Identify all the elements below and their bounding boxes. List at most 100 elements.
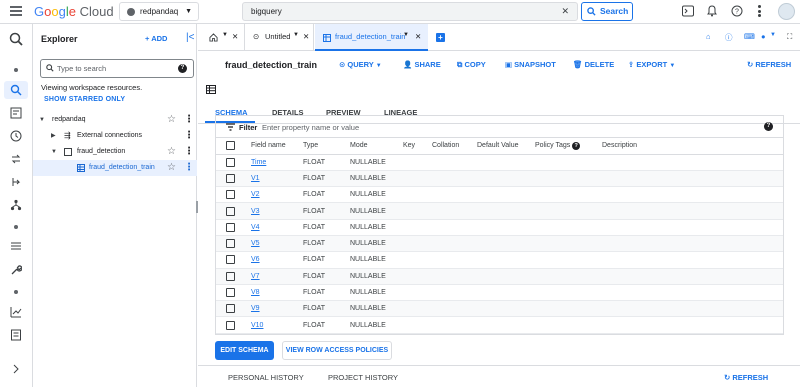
table-row[interactable]: V5 FLOAT NULLABLE [216,235,783,253]
collapse-explorer-icon[interactable]: |< [186,32,194,43]
tab-fraud-detection-train[interactable]: fraud_detection_train ▼ ✕ [315,24,428,51]
row-checkbox[interactable] [226,255,235,265]
star-icon[interactable]: ☆ [167,160,176,176]
column-header[interactable]: Key [403,138,432,155]
filter-bar[interactable]: Filter Enter property name or value ? [216,116,783,138]
field-name-link[interactable]: V6 [251,256,260,263]
table-row[interactable]: Time FLOAT NULLABLE [216,154,783,171]
tips-icon[interactable]: ● [761,32,766,41]
chevron-down-icon[interactable]: ▼ [403,32,409,38]
view-row-access-policies-button[interactable]: VIEW ROW ACCESS POLICIES [282,341,392,360]
close-icon[interactable]: ✕ [303,32,309,41]
help-icon[interactable]: ? [731,5,743,17]
column-header[interactable]: Collation [432,138,477,155]
tree-item-external-connections[interactable]: ▶ ⇶ External connections ⋮ [33,128,197,144]
refresh-button[interactable]: ↻ REFRESH [747,60,791,69]
field-name-link[interactable]: V7 [251,273,260,280]
chevron-down-icon[interactable]: ▼ [770,32,776,38]
tree-item-project[interactable]: ▼ redpandaq ☆ ⋮ [33,112,197,128]
more-options-icon[interactable] [758,5,761,17]
more-options-icon[interactable]: ⋮ [184,112,194,128]
notifications-icon[interactable] [706,5,718,17]
row-checkbox[interactable] [226,320,235,330]
edit-schema-button[interactable]: EDIT SCHEMA [215,341,274,360]
chevron-down-icon[interactable]: ▼ [51,144,57,160]
star-icon[interactable]: ☆ [167,144,176,160]
field-name-link[interactable]: V5 [251,240,260,247]
snapshot-button[interactable]: ▣ SNAPSHOT [505,60,556,69]
field-name-link[interactable]: V9 [251,305,260,312]
tab-personal-history[interactable]: PERSONAL HISTORY [228,373,304,382]
table-row[interactable]: V3 FLOAT NULLABLE [216,202,783,220]
field-name-link[interactable]: V1 [251,175,260,182]
table-row[interactable]: V2 FLOAT NULLABLE [216,186,783,204]
search-input[interactable]: bigquery ✕ [242,2,578,21]
field-name-link[interactable]: V10 [251,322,263,329]
field-name-link[interactable]: V8 [251,289,260,296]
tab-untitled[interactable]: ⊙ Untitled ▼ ✕ [244,24,314,51]
tree-item-dataset[interactable]: ▼ fraud_detection ☆ ⋮ [33,144,197,160]
new-tab-icon[interactable]: + [436,33,445,42]
column-header[interactable]: Description [602,138,783,155]
chevron-down-icon[interactable]: ▼ [293,32,299,38]
home-icon[interactable] [209,33,218,42]
sql-workspace-icon[interactable] [10,107,22,119]
collapse-rail-icon[interactable] [10,363,22,375]
query-button[interactable]: ⊙ QUERY ▼ [339,60,382,69]
close-icon[interactable]: ✕ [232,32,238,41]
column-header[interactable]: Default Value [477,138,535,155]
bigquery-icon[interactable] [9,32,23,46]
field-name-link[interactable]: V2 [251,191,260,198]
history-icon[interactable] [10,130,22,142]
row-checkbox[interactable] [226,222,235,232]
google-cloud-logo[interactable]: Google Cloud [34,4,114,19]
row-checkbox[interactable] [226,173,235,183]
row-checkbox[interactable] [226,190,235,200]
help-icon[interactable]: ? [764,122,773,131]
show-starred-link[interactable]: SHOW STARRED ONLY [44,96,125,103]
menu-icon[interactable] [10,6,22,16]
table-row[interactable]: V8 FLOAT NULLABLE [216,284,783,302]
table-row[interactable]: V10 FLOAT NULLABLE [216,316,783,334]
export-button[interactable]: ⇪ EXPORT ▼ [628,60,675,69]
column-header[interactable]: Type [303,138,350,155]
home-icon[interactable]: ⌂ [706,32,711,41]
select-all-checkbox[interactable] [226,141,235,151]
share-button[interactable]: 👤 SHARE [403,60,441,69]
fullscreen-icon[interactable]: ⛶ [787,32,792,42]
column-header[interactable]: Mode [350,138,403,155]
column-header[interactable]: Field name [251,138,303,155]
info-icon[interactable]: ⓘ [725,32,733,43]
field-name-link[interactable]: V3 [251,208,260,215]
row-checkbox[interactable] [226,271,235,281]
help-icon[interactable]: ? [572,141,581,150]
row-checkbox[interactable] [226,206,235,216]
table-row[interactable]: V4 FLOAT NULLABLE [216,219,783,236]
wrench-icon[interactable] [10,264,22,276]
workflow-icon[interactable] [10,199,22,211]
row-checkbox[interactable] [226,304,235,314]
search-button[interactable]: Search [581,2,633,21]
table-row[interactable]: V9 FLOAT NULLABLE [216,300,783,318]
more-options-icon[interactable]: ⋮ [184,144,194,160]
keyboard-icon[interactable]: ⌨ [744,32,755,41]
scheduled-queries-icon[interactable] [10,176,22,188]
row-checkbox[interactable] [226,239,235,249]
explorer-search-input[interactable]: Type to search ? [40,59,194,78]
field-name-link[interactable]: Time [251,159,266,166]
delete-button[interactable]: 🗑 DELETE [573,60,614,69]
close-icon[interactable]: ✕ [415,32,421,41]
help-icon[interactable]: ? [178,64,187,73]
transfers-icon[interactable] [10,153,22,165]
avatar[interactable] [778,3,795,20]
row-checkbox[interactable] [226,157,235,167]
chevron-down-icon[interactable]: ▼ [39,112,45,128]
list-icon[interactable] [10,240,22,252]
project-selector[interactable]: redpandaq ▼ [119,2,199,21]
chevron-down-icon[interactable]: ▼ [222,32,228,38]
table-row[interactable]: V1 FLOAT NULLABLE [216,170,783,188]
cloud-shell-icon[interactable] [682,5,694,17]
tab-project-history[interactable]: PROJECT HISTORY [328,373,398,382]
copy-button[interactable]: ⧉ COPY [457,60,486,70]
monitoring-icon[interactable] [10,306,22,318]
